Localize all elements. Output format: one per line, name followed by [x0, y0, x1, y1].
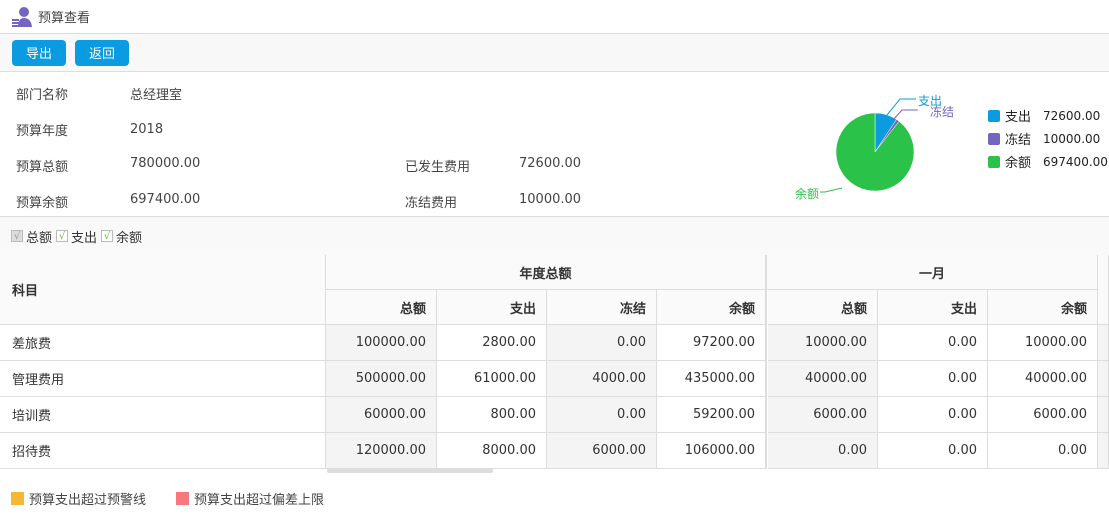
page-title: 预算查看: [38, 11, 91, 26]
pie-label-frozen: 冻结: [930, 105, 955, 119]
filter-label: 余额: [116, 230, 143, 246]
warning-swatch: [11, 492, 24, 505]
back-button[interactable]: 返回: [75, 39, 129, 66]
table-cell-partial: [1098, 361, 1109, 397]
frozen-label: 冻结费用: [405, 196, 458, 211]
total-label: 预算总额: [16, 160, 69, 175]
filter-label: 支出: [71, 230, 98, 246]
column-header[interactable]: 余额: [988, 290, 1098, 325]
row-subject: 培训费: [0, 397, 326, 433]
legend-item[interactable]: 支出 72600.00: [988, 106, 1100, 125]
legend-dot: [988, 132, 1000, 145]
table-cell: 61000.00: [437, 361, 547, 397]
table-cell: 120000.00: [326, 433, 437, 469]
balance-value: 697400.00: [130, 192, 201, 207]
table-cell: 0.00: [547, 397, 657, 433]
pie-label-line-0: [886, 98, 916, 116]
legend-value: 697400.00: [1043, 154, 1108, 169]
table-cell: 4000.00: [547, 361, 657, 397]
column-header[interactable]: 总额: [768, 290, 878, 325]
total-value: 780000.00: [130, 156, 201, 171]
table-cell: 2800.00: [437, 325, 547, 361]
pie-label-balance: 余额: [795, 187, 820, 201]
legend-value: 72600.00: [1043, 108, 1101, 123]
spent-value: 72600.00: [519, 156, 582, 171]
table-cell: 0.00: [878, 433, 988, 469]
table-cell-partial: [1098, 397, 1109, 433]
table-cell: 435000.00: [657, 361, 767, 397]
table-cell: 10000.00: [988, 325, 1098, 361]
filter-checkbox[interactable]: √: [56, 230, 69, 242]
table-cell: 8000.00: [437, 433, 547, 469]
status-legend: 预算支出超过预警线 预算支出超过偏差上限: [11, 489, 324, 508]
table-cell: 106000.00: [657, 433, 767, 469]
row-subject: 管理费用: [0, 361, 326, 397]
column-filters: √ 总额 √ 支出 √ 余额: [0, 217, 1109, 255]
dept-value: 总经理室: [130, 88, 183, 103]
user-list-icon: [12, 6, 32, 27]
table-cell: 60000.00: [326, 397, 437, 433]
title-bar: 预算查看: [0, 0, 1109, 34]
table-cell: 40000.00: [768, 361, 878, 397]
table-cell: 40000.00: [988, 361, 1098, 397]
table-cell: 100000.00: [326, 325, 437, 361]
table-cell: 0.00: [878, 325, 988, 361]
table-cell: 6000.00: [988, 397, 1098, 433]
horizontal-scrollbar[interactable]: [327, 468, 493, 473]
table-cell: 0.00: [878, 397, 988, 433]
table-cell-partial: [1098, 433, 1109, 469]
filter-checkbox[interactable]: √: [101, 230, 114, 242]
pie-slice-2[interactable]: [835, 112, 915, 192]
dept-label: 部门名称: [16, 88, 69, 103]
legend-name: 余额: [1005, 156, 1032, 171]
deviation-swatch: [176, 492, 190, 505]
subject-header: 科目: [0, 255, 326, 325]
column-header[interactable]: 支出: [437, 290, 547, 325]
table-cell: 6000.00: [768, 397, 878, 433]
table-cell: 10000.00: [768, 325, 878, 361]
table-cell: 97200.00: [657, 325, 767, 361]
table-cell: 6000.00: [547, 433, 657, 469]
filter-checkbox: √: [11, 230, 23, 242]
legend-value: 10000.00: [1043, 131, 1101, 146]
legend-item[interactable]: 余额 697400.00: [988, 152, 1108, 171]
warning-legend-label: 预算支出超过预警线: [29, 493, 147, 508]
column-header[interactable]: 余额: [657, 290, 767, 325]
toolbar: 导出 返回: [0, 34, 1109, 72]
pie-label-line-2: [820, 187, 843, 193]
table-cell-partial: [1098, 325, 1109, 361]
group-header: 一月: [767, 255, 1098, 290]
column-header[interactable]: 支出: [878, 290, 988, 325]
table-cell: 0.00: [878, 361, 988, 397]
table-cell: 0.00: [988, 433, 1098, 469]
legend-name: 支出: [1005, 110, 1032, 125]
frozen-value: 10000.00: [519, 192, 582, 207]
legend-item[interactable]: 冻结 10000.00: [988, 129, 1100, 148]
row-subject: 招待费: [0, 433, 326, 469]
table-cell: 0.00: [547, 325, 657, 361]
row-subject: 差旅费: [0, 325, 326, 361]
balance-label: 预算余额: [16, 196, 69, 211]
table-cell: 800.00: [437, 397, 547, 433]
table-cell: 59200.00: [657, 397, 767, 433]
pie-label-line-1: [892, 109, 918, 121]
filter-label: 总额: [26, 230, 53, 246]
export-button[interactable]: 导出: [12, 39, 66, 66]
spent-label: 已发生费用: [405, 160, 471, 175]
column-header[interactable]: 冻结: [547, 290, 657, 325]
legend-name: 冻结: [1005, 133, 1032, 148]
deviation-legend-label: 预算支出超过偏差上限: [194, 493, 325, 508]
group-header: 年度总额: [326, 255, 767, 290]
table-cell: 500000.00: [326, 361, 437, 397]
year-label: 预算年度: [16, 124, 69, 139]
column-header[interactable]: 总额: [326, 290, 437, 325]
year-value: 2018: [130, 122, 164, 137]
legend-dot: [988, 109, 1000, 122]
legend-dot: [988, 155, 1000, 168]
column-header-partial: [1098, 255, 1109, 325]
table-cell: 0.00: [768, 433, 878, 469]
